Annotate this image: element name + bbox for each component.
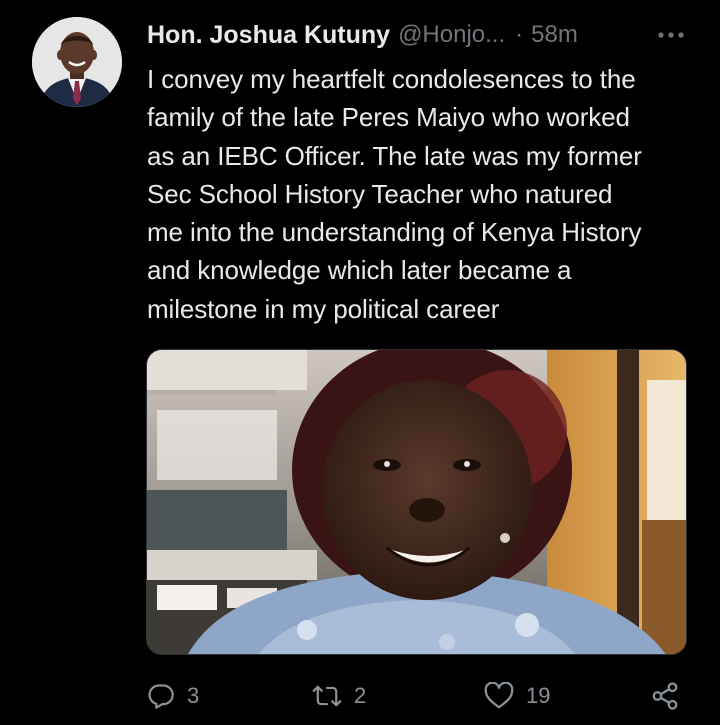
avatar-photo [32, 17, 122, 107]
tweet-actions: 3 2 19 [0, 676, 720, 716]
retweet-count: 2 [354, 683, 367, 708]
retweet-icon [312, 685, 342, 707]
more-horizontal-icon [658, 32, 684, 38]
tweet-text: I convey my heartfelt condolesences to t… [147, 64, 642, 324]
retweet-button[interactable]: 2 [312, 676, 366, 716]
more-options-button[interactable] [656, 22, 686, 48]
like-count: 19 [526, 683, 551, 708]
author-handle[interactable]: @Honjo... [398, 21, 505, 49]
separator-dot: · [515, 21, 524, 48]
timestamp[interactable]: 58m [531, 21, 578, 49]
tweet-image[interactable] [146, 349, 687, 655]
portrait-photo [147, 350, 686, 654]
reply-icon [148, 684, 174, 709]
tweet-header: Hon. Joshua Kutuny @Honjo... · 58m [147, 18, 692, 52]
like-button[interactable]: 19 [484, 676, 550, 716]
reply-button[interactable]: 3 [147, 676, 199, 716]
share-button[interactable] [650, 676, 680, 716]
avatar[interactable] [32, 17, 122, 107]
reply-count: 3 [187, 683, 200, 708]
heart-icon [484, 682, 514, 709]
share-icon [652, 682, 678, 710]
author-name[interactable]: Hon. Joshua Kutuny [147, 21, 390, 50]
